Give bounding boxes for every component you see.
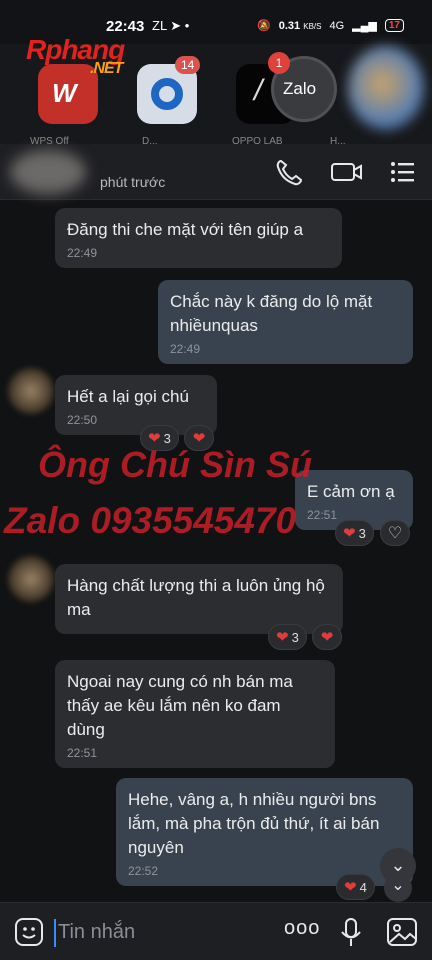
contact-avatar[interactable] (10, 150, 86, 194)
mute-icon: 🔕 (257, 20, 271, 32)
sender-avatar[interactable] (8, 368, 54, 414)
status-time: 22:43 (106, 18, 145, 35)
heart-icon: ❤ (343, 525, 356, 542)
message-bubble[interactable]: Chắc này k đăng do lộ mặt nhiềunquas 22:… (158, 280, 413, 364)
menu-icon[interactable] (388, 158, 418, 186)
text-caret (54, 919, 56, 947)
last-seen-status: phút trước (100, 174, 166, 190)
heart-icon: ❤ (276, 629, 289, 646)
chevron-down-icon: ⌄ (391, 877, 405, 894)
message-input[interactable]: Tin nhắn (58, 921, 135, 944)
sender-avatar[interactable] (8, 556, 54, 602)
reaction-summary[interactable]: ❤ 3 (335, 520, 374, 546)
microphone-icon[interactable] (340, 917, 362, 949)
phone-icon[interactable] (274, 158, 304, 186)
heart-outline-icon: ♡ (387, 525, 403, 542)
image-picker-icon[interactable] (386, 917, 418, 947)
blurred-avatar (348, 46, 424, 130)
overlay-watermark-name: Ông Chú Sìn Sú (38, 444, 312, 485)
wps-office-app-icon[interactable]: W (38, 64, 98, 124)
heart-react-button[interactable]: ♡ (380, 520, 410, 546)
reaction-summary[interactable]: ❤ 3 (268, 624, 307, 650)
more-options-icon[interactable]: ooo (284, 917, 320, 940)
video-call-icon[interactable] (330, 158, 364, 186)
status-right: 🔕 0.31 KB/S 4G ▂▄▆ 17 (257, 19, 404, 32)
network-speed: 0.31 KB/S (278, 19, 322, 32)
battery-level: 17 (384, 19, 404, 32)
heart-icon: ❤ (344, 879, 357, 896)
message-bubble[interactable]: Ngoai nay cung có nh bán ma thấy ae kêu … (55, 660, 335, 768)
message-input-bar: Tin nhắn ooo (0, 902, 432, 960)
chevron-down-button[interactable]: ⌄ (384, 874, 412, 902)
signal-4g: 4G (329, 19, 345, 32)
heart-icon: ❤ (320, 629, 334, 646)
zalo-badge: 1 (268, 52, 290, 74)
sticker-icon[interactable] (14, 917, 44, 947)
heart-react-button[interactable]: ❤ (312, 624, 342, 650)
notification-icons: ZL ➤ • (152, 18, 190, 33)
signal-bars-icon: ▂▄▆ (352, 20, 377, 32)
app-notification-badge: 14 (175, 56, 201, 74)
message-bubble[interactable]: Hàng chất lượng thi a luôn ủng hộ ma (55, 564, 343, 634)
message-bubble[interactable]: Hehe, vâng a, h nhiều người bns lắm, mà … (116, 778, 413, 886)
chat-header: phút trước (0, 144, 432, 200)
reaction-summary[interactable]: ❤ 4 (336, 874, 375, 900)
overlay-watermark-phone: Zalo 0935545470 (4, 500, 297, 541)
message-bubble[interactable]: Đăng thi che mặt với tên giúp a 22:49 (55, 208, 342, 268)
double-chevron-down-icon: ⌄ (390, 855, 406, 875)
site-watermark-logo: Rphang .NET (26, 34, 125, 77)
message-list[interactable]: Đăng thi che mặt với tên giúp a 22:49 Ch… (0, 200, 432, 902)
